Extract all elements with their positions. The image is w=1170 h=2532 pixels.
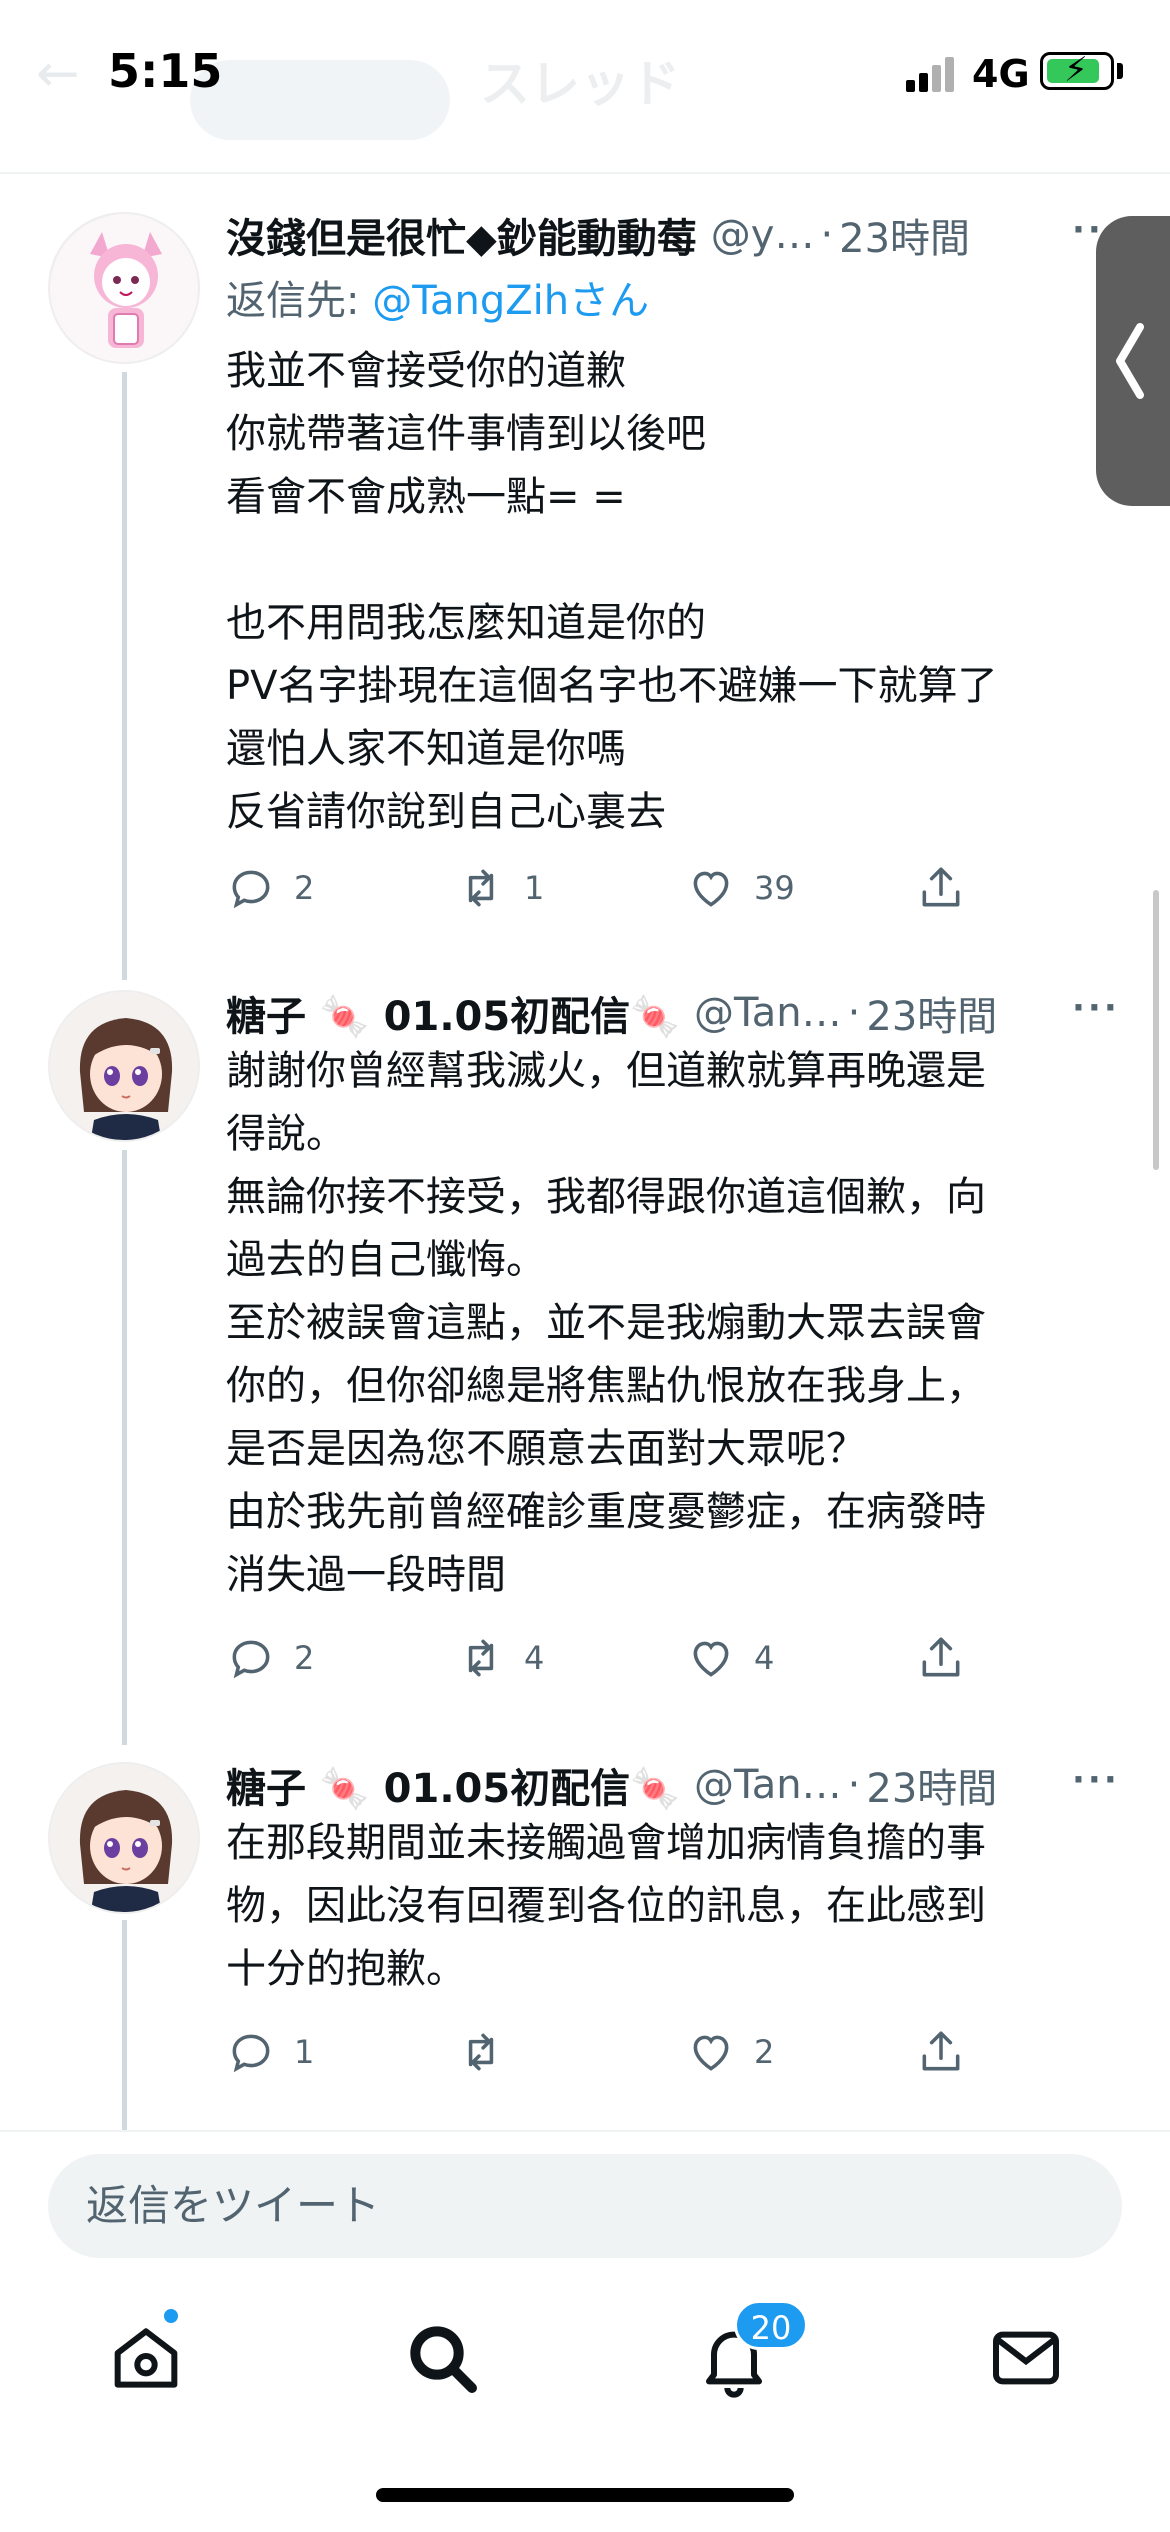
like-button[interactable]: 2 [686, 2022, 774, 2082]
heart-icon [693, 2035, 729, 2071]
reply-count: 2 [294, 1639, 315, 1677]
tweet-actions: 2 4 4 [226, 1628, 986, 1688]
header-title: スレッド [480, 55, 680, 113]
tweet-time[interactable]: 23時間 [866, 1756, 997, 1814]
display-name[interactable]: 糖子 🍬 01.05初配信🍬 [226, 984, 680, 1042]
retweet-button[interactable]: 4 [456, 1628, 544, 1688]
thread-line [122, 1920, 127, 2130]
avatar[interactable] [48, 212, 200, 364]
handle[interactable]: @Tan… [694, 990, 842, 1036]
display-name[interactable]: 沒錢但是很忙◆鈔能動動莓 [226, 206, 697, 264]
tab-home[interactable] [106, 2318, 186, 2398]
tweet-text: 謝謝你曾經幫我滅火，但道歉就算再晚還是 得說。 無論你接不接受，我都得跟你道這個… [226, 1048, 986, 1598]
reply-button[interactable]: 2 [226, 858, 314, 918]
header-divider [0, 172, 1170, 174]
tweet-text: 我並不會接受你的道歉 你就帶著這件事情到以後吧 看會不會成熟一點= = 也不用問… [226, 348, 998, 835]
tweet-actions: 2 1 39 [226, 858, 986, 918]
thread-line [122, 1150, 127, 1745]
reply-input[interactable]: 返信をツイート [48, 2154, 1122, 2258]
reply-button[interactable]: 2 [226, 1628, 314, 1688]
handle[interactable]: @y… [711, 212, 815, 258]
like-button[interactable]: 4 [686, 1628, 774, 1688]
tab-search[interactable] [402, 2318, 482, 2398]
tab-messages[interactable] [986, 2318, 1066, 2398]
reply-to-label: 返信先: [226, 278, 373, 324]
tweet-text: 在那段期間並未接觸過會增加病情負擔的事 物，因此沒有回覆到各位的訊息，在此感到 … [226, 1820, 986, 1992]
back-arrow-icon[interactable]: ← [36, 44, 80, 104]
reply-count: 2 [294, 869, 315, 907]
separator-dot: · [847, 1762, 861, 1808]
retweet-icon [468, 869, 494, 907]
status-time: 5:15 [108, 44, 223, 98]
heart-icon [693, 871, 729, 907]
tweet-time[interactable]: 23時間 [839, 206, 970, 264]
retweet-icon [468, 1639, 494, 1677]
share-button[interactable] [916, 2022, 966, 2082]
thread-line [122, 372, 127, 980]
share-icon [922, 2031, 960, 2071]
home-indicator [376, 2488, 794, 2502]
like-count: 4 [754, 1639, 775, 1677]
reply-icon [232, 2034, 270, 2073]
reply-divider [0, 2130, 1170, 2132]
retweet-icon [468, 2033, 494, 2071]
tweet-header: 糖子 🍬 01.05初配信🍬 @Tan… · 23時間 [226, 984, 997, 1042]
share-button[interactable] [916, 858, 966, 918]
network-label: 4G [972, 52, 1030, 96]
retweet-button[interactable]: 1 [456, 858, 544, 918]
more-options-icon[interactable]: ··· [1072, 1760, 1120, 1800]
faded-header-pill [190, 60, 450, 140]
charging-bolt-icon: ⚡ [1064, 50, 1088, 90]
scrollbar[interactable] [1153, 890, 1159, 1170]
handle[interactable]: @Tan… [694, 1762, 842, 1808]
avatar[interactable] [48, 990, 200, 1142]
reply-count: 1 [294, 2033, 315, 2071]
side-panel-handle[interactable] [1096, 216, 1170, 506]
share-icon [922, 867, 960, 907]
reply-to-mention[interactable]: @TangZihさん [372, 278, 649, 324]
home-unread-dot [162, 2307, 180, 2325]
reply-icon [232, 1640, 270, 1679]
retweet-count: 1 [524, 869, 545, 907]
display-name[interactable]: 糖子 🍬 01.05初配信🍬 [226, 1756, 680, 1814]
tweet-time[interactable]: 23時間 [866, 984, 997, 1042]
battery-cap [1117, 63, 1123, 79]
like-button[interactable]: 39 [686, 858, 795, 918]
share-button[interactable] [916, 1628, 966, 1688]
mail-icon [993, 2331, 1059, 2385]
separator-dot: · [847, 990, 861, 1036]
status-bar: ← スレッド 5:15 4G ⚡ [0, 0, 1170, 170]
reply-button[interactable]: 1 [226, 2022, 314, 2082]
notification-badge: 20 [734, 2300, 808, 2350]
reply-icon [232, 870, 270, 909]
like-count: 2 [754, 2033, 775, 2071]
avatar[interactable] [48, 1762, 200, 1914]
tweet-header: 沒錢但是很忙◆鈔能動動莓 @y… · 23時間 [226, 206, 970, 264]
heart-icon [693, 1641, 729, 1677]
retweet-button[interactable] [456, 2022, 524, 2082]
tweet-header: 糖子 🍬 01.05初配信🍬 @Tan… · 23時間 [226, 1756, 997, 1814]
retweet-count: 4 [524, 1639, 545, 1677]
tweet-actions: 1 2 [226, 2022, 986, 2082]
separator-dot: · [820, 212, 834, 258]
chevron-left-icon [1116, 323, 1144, 399]
search-icon [410, 2326, 477, 2393]
like-count: 39 [754, 869, 795, 907]
share-icon [922, 1637, 960, 1677]
more-options-icon[interactable]: ··· [1072, 988, 1120, 1028]
reply-to-line: 返信先: @TangZihさん [226, 268, 649, 326]
signal-icon [906, 56, 958, 92]
home-icon [114, 2328, 178, 2388]
